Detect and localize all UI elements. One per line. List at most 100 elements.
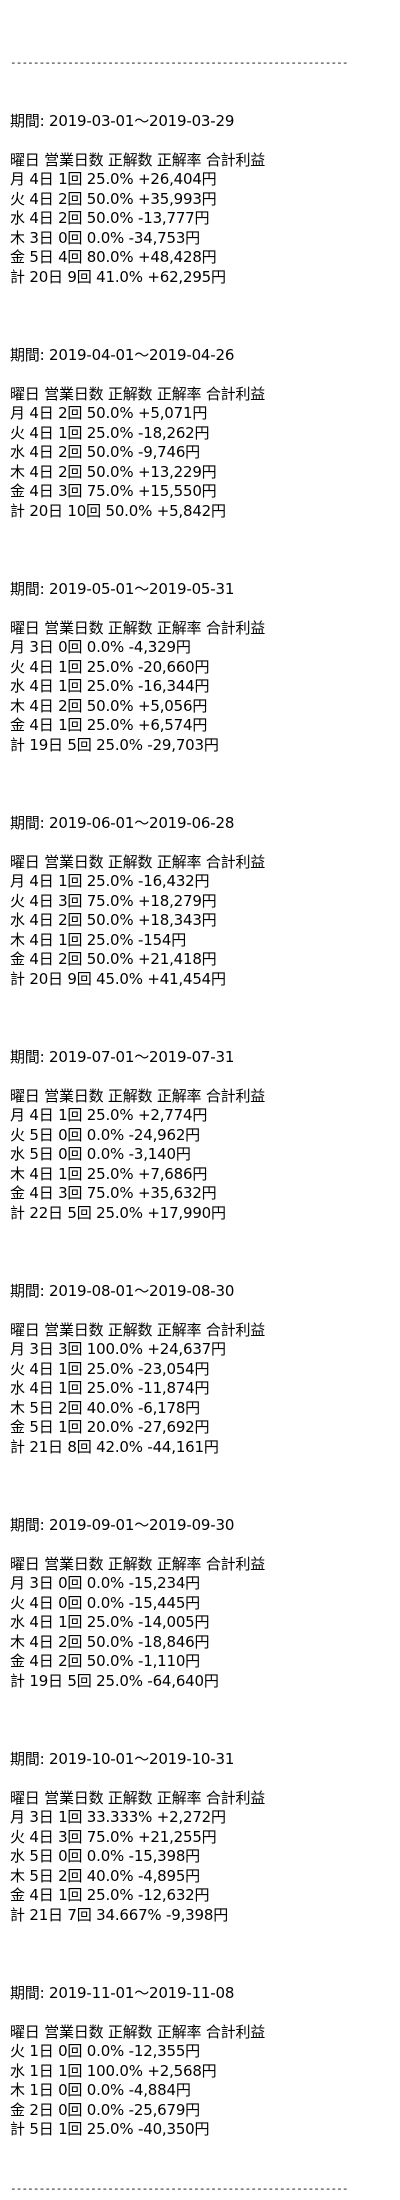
weekday-row: 火 4日 2回 50.0% +35,993円	[10, 189, 217, 208]
total-row: 計 20日 10回 50.0% +5,842円	[10, 501, 226, 520]
weekday-row: 木 4日 2回 50.0% +13,229円	[10, 462, 217, 481]
period-label: 期間: 2019-08-01～2019-08-30	[10, 1281, 235, 1300]
weekday-row: 月 4日 1回 25.0% +26,404円	[10, 170, 217, 188]
period-section: 期間: 2019-11-01～2019-11-08 曜日 営業日数 正解数 正解率…	[10, 1984, 390, 2140]
weekday-row: 月 3日 0回 0.0% -15,234円	[10, 1574, 200, 1592]
weekday-row: 金 5日 1回 20.0% -27,692円	[10, 1418, 210, 1436]
period-section: 期間: 2019-10-01～2019-10-31 曜日 営業日数 正解数 正解率…	[10, 1750, 390, 1984]
total-row: 計 20日 9回 41.0% +62,295円	[10, 267, 226, 286]
period-label: 期間: 2019-09-01～2019-09-30	[10, 1515, 235, 1534]
weekday-row: 金 2日 0回 0.0% -25,679円	[10, 2100, 200, 2119]
weekday-row: 水 4日 2回 50.0% -9,746円	[10, 443, 200, 461]
text-document: ----------------------------------------…	[0, 0, 400, 2200]
period-label: 期間: 2019-10-01～2019-10-31	[10, 1749, 235, 1768]
weekday-row: 火 4日 3回 75.0% +18,279円	[10, 891, 217, 910]
weekday-row: 金 4日 3回 75.0% +35,632円	[10, 1184, 217, 1202]
period-section: 期間: 2019-09-01～2019-09-30 曜日 営業日数 正解数 正解率…	[10, 1516, 390, 1750]
weekday-row: 木 3日 0回 0.0% -34,753円	[10, 228, 200, 247]
weekday-row: 金 4日 1回 25.0% -12,632円	[10, 1886, 210, 1904]
weekday-row: 金 4日 2回 50.0% +21,418円	[10, 950, 217, 968]
period-label: 期間: 2019-03-01～2019-03-29	[10, 111, 235, 130]
weekday-row: 水 4日 1回 25.0% -14,005円	[10, 1613, 210, 1631]
weekday-row: 月 4日 2回 50.0% +5,071円	[10, 404, 208, 422]
weekday-row: 金 4日 2回 50.0% -1,110円	[10, 1652, 200, 1670]
weekday-row: 月 4日 1回 25.0% -16,432円	[10, 872, 210, 890]
period-section: 期間: 2019-07-01～2019-07-31 曜日 営業日数 正解数 正解率…	[10, 1048, 390, 1282]
weekday-row: 火 4日 0回 0.0% -15,445円	[10, 1593, 200, 1612]
weekday-row: 木 4日 2回 50.0% +5,056円	[10, 696, 208, 715]
table-header: 曜日 営業日数 正解数 正解率 合計利益	[10, 852, 266, 871]
weekday-row: 水 5日 0回 0.0% -3,140円	[10, 1145, 191, 1163]
period-section: 期間: 2019-08-01～2019-08-30 曜日 営業日数 正解数 正解率…	[10, 1282, 390, 1516]
weekday-row: 水 4日 1回 25.0% -11,874円	[10, 1379, 210, 1397]
table-header: 曜日 営業日数 正解数 正解率 合計利益	[10, 1086, 266, 1105]
period-section: 期間: 2019-05-01～2019-05-31 曜日 営業日数 正解数 正解率…	[10, 580, 390, 814]
top-rule: ----------------------------------------…	[10, 56, 349, 69]
weekday-row: 木 4日 1回 25.0% -154円	[10, 930, 187, 949]
total-row: 計 21日 7回 34.667% -9,398円	[10, 1905, 228, 1924]
weekday-row: 月 3日 0回 0.0% -4,329円	[10, 638, 191, 656]
weekday-row: 木 4日 1回 25.0% +7,686円	[10, 1164, 208, 1183]
period-label: 期間: 2019-05-01～2019-05-31	[10, 579, 235, 598]
table-header: 曜日 営業日数 正解数 正解率 合計利益	[10, 384, 266, 403]
table-header: 曜日 営業日数 正解数 正解率 合計利益	[10, 1554, 266, 1573]
total-row: 計 19日 5回 25.0% -29,703円	[10, 735, 219, 754]
weekday-row: 水 4日 2回 50.0% -13,777円	[10, 209, 210, 227]
period-label: 期間: 2019-04-01～2019-04-26	[10, 345, 235, 364]
total-row: 計 21日 8回 42.0% -44,161円	[10, 1437, 219, 1456]
weekday-row: 火 4日 1回 25.0% -18,262円	[10, 423, 210, 442]
weekday-row: 月 3日 1回 33.333% +2,272円	[10, 1808, 226, 1826]
period-label: 期間: 2019-06-01～2019-06-28	[10, 813, 235, 832]
period-section: 期間: 2019-04-01～2019-04-26 曜日 営業日数 正解数 正解率…	[10, 346, 390, 580]
period-label: 期間: 2019-11-01～2019-11-08	[10, 1983, 235, 2002]
weekday-row: 金 4日 3回 75.0% +15,550円	[10, 482, 217, 500]
table-header: 曜日 営業日数 正解数 正解率 合計利益	[10, 2022, 266, 2041]
period-section: 期間: 2019-03-01～2019-03-29 曜日 営業日数 正解数 正解率…	[10, 112, 390, 346]
weekday-row: 木 1日 0回 0.0% -4,884円	[10, 2081, 191, 2099]
bottom-rule: ----------------------------------------…	[10, 2181, 349, 2195]
weekday-row: 木 4日 2回 50.0% -18,846円	[10, 1632, 210, 1651]
weekday-row: 木 5日 2回 40.0% -4,895円	[10, 1866, 200, 1885]
weekday-row: 金 5日 4回 80.0% +48,428円	[10, 248, 217, 266]
total-row: 計 20日 9回 45.0% +41,454円	[10, 969, 226, 988]
weekday-row: 月 3日 3回 100.0% +24,637円	[10, 1340, 226, 1358]
weekday-row: 木 5日 2回 40.0% -6,178円	[10, 1398, 200, 1417]
weekday-row: 水 4日 1回 25.0% -16,344円	[10, 677, 210, 695]
period-label: 期間: 2019-07-01～2019-07-31	[10, 1047, 235, 1066]
total-row: 計 22日 5回 25.0% +17,990円	[10, 1203, 226, 1222]
weekday-row: 水 5日 0回 0.0% -15,398円	[10, 1847, 200, 1865]
report-sections: 期間: 2019-03-01～2019-03-29 曜日 営業日数 正解数 正解率…	[10, 112, 390, 2140]
total-row: 計 19日 5回 25.0% -64,640円	[10, 1671, 219, 1690]
weekday-row: 火 4日 3回 75.0% +21,255円	[10, 1827, 217, 1846]
weekday-row: 火 4日 1回 25.0% -20,660円	[10, 657, 210, 676]
weekday-row: 月 4日 1回 25.0% +2,774円	[10, 1106, 208, 1124]
table-header: 曜日 営業日数 正解数 正解率 合計利益	[10, 150, 266, 169]
weekday-row: 水 1日 1回 100.0% +2,568円	[10, 2061, 217, 2080]
period-section: 期間: 2019-06-01～2019-06-28 曜日 営業日数 正解数 正解率…	[10, 814, 390, 1048]
table-header: 曜日 営業日数 正解数 正解率 合計利益	[10, 1788, 266, 1807]
weekday-row: 金 4日 1回 25.0% +6,574円	[10, 716, 208, 734]
table-header: 曜日 営業日数 正解数 正解率 合計利益	[10, 618, 266, 637]
total-row: 計 5日 1回 25.0% -40,350円	[10, 2120, 210, 2138]
weekday-row: 火 5日 0回 0.0% -24,962円	[10, 1125, 200, 1144]
weekday-row: 火 4日 1回 25.0% -23,054円	[10, 1359, 210, 1378]
weekday-row: 水 4日 2回 50.0% +18,343円	[10, 911, 217, 929]
weekday-row: 火 1日 0回 0.0% -12,355円	[10, 2042, 200, 2060]
